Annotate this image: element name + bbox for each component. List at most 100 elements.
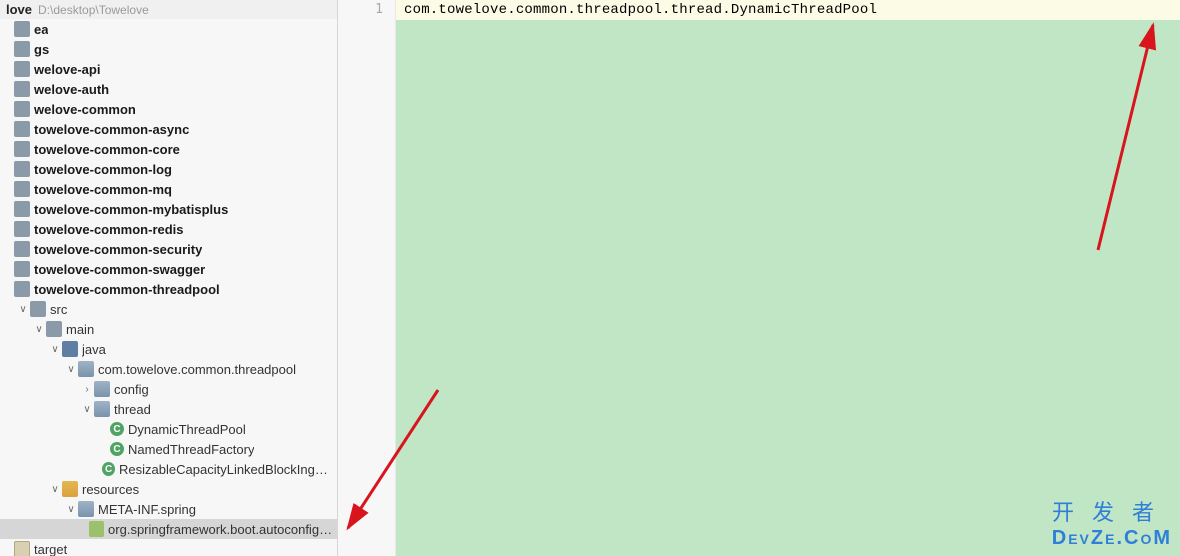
- project-tree[interactable]: ea gs welove-api welove-auth welove-common to…: [0, 19, 337, 556]
- tree-item-label: META-INF.spring: [98, 502, 196, 517]
- tree-item[interactable]: welove-auth: [0, 79, 337, 99]
- tree-item-label: welove-common: [34, 102, 136, 117]
- tree-item-label: towelove-common-swagger: [34, 262, 205, 277]
- editor-line: 1 com.towelove.common.threadpool.thread.…: [338, 0, 1180, 20]
- folder-b-icon: [62, 341, 78, 357]
- tree-item-label: towelove-common-log: [34, 162, 172, 177]
- tree-item[interactable]: CResizableCapacityLinkedBlockIngQueue: [0, 459, 337, 479]
- tree-item-label: towelove-common-async: [34, 122, 189, 137]
- folder-icon: [14, 261, 30, 277]
- tree-item[interactable]: towelove-common-async: [0, 119, 337, 139]
- tree-item[interactable]: ∨ resources: [0, 479, 337, 499]
- tree-item-label: target: [34, 542, 67, 556]
- tree-item[interactable]: towelove-common-log: [0, 159, 337, 179]
- chevron-down-icon[interactable]: ∨: [32, 324, 46, 335]
- tree-item-label: towelove-common-mybatisplus: [34, 202, 228, 217]
- tree-item-label: NamedThreadFactory: [128, 442, 254, 457]
- chevron-down-icon[interactable]: ∨: [80, 404, 94, 415]
- tree-item-label: DynamicThreadPool: [128, 422, 246, 437]
- tree-item-label: org.springframework.boot.autoconfigure.A: [108, 522, 337, 537]
- tree-item-label: welove-api: [34, 62, 100, 77]
- tree-item[interactable]: towelove-common-redis: [0, 219, 337, 239]
- tree-item[interactable]: ∨ src: [0, 299, 337, 319]
- tree-item[interactable]: towelove-common-core: [0, 139, 337, 159]
- tree-item-label: towelove-common-core: [34, 142, 180, 157]
- tree-item-label: config: [114, 382, 149, 397]
- folder-icon: [14, 101, 30, 117]
- tree-item[interactable]: ∨ main: [0, 319, 337, 339]
- project-sidebar[interactable]: love D:\desktop\Towelove ea gs welove-api w…: [0, 0, 338, 556]
- gutter-background-2: [338, 20, 396, 556]
- tree-item-label: src: [50, 302, 67, 317]
- folder-icon: [14, 81, 30, 97]
- project-path: D:\desktop\Towelove: [38, 3, 149, 17]
- chevron-down-icon[interactable]: ∨: [48, 484, 62, 495]
- tree-item[interactable]: towelove-common-mybatisplus: [0, 199, 337, 219]
- folder-icon: [14, 61, 30, 77]
- project-header[interactable]: love D:\desktop\Towelove: [0, 0, 337, 19]
- pkg-res-icon: [62, 481, 78, 497]
- tree-item-label: main: [66, 322, 94, 337]
- tree-item-label: thread: [114, 402, 151, 417]
- folder-icon: [14, 281, 30, 297]
- class-icon: C: [110, 422, 124, 436]
- folder-icon: [14, 201, 30, 217]
- tree-item[interactable]: target: [0, 539, 337, 556]
- watermark: 开发者 DEVZE.COM: [1052, 495, 1172, 550]
- project-name: love: [6, 2, 32, 17]
- app-root: love D:\desktop\Towelove ea gs welove-api w…: [0, 0, 1180, 556]
- pkg-icon: [78, 361, 94, 377]
- chevron-right-icon[interactable]: ›: [80, 384, 94, 395]
- tree-item[interactable]: ∨ META-INF.spring: [0, 499, 337, 519]
- folder-icon: [14, 21, 30, 37]
- tree-item-label: towelove-common-mq: [34, 182, 172, 197]
- tree-item[interactable]: welove-api: [0, 59, 337, 79]
- folder-icon: [30, 301, 46, 317]
- pkg-icon: [94, 381, 110, 397]
- watermark-line1: 开发者: [1052, 495, 1172, 527]
- chevron-down-icon[interactable]: ∨: [64, 364, 78, 375]
- folder-icon: [14, 141, 30, 157]
- tree-item-label: towelove-common-security: [34, 242, 202, 257]
- tree-item[interactable]: towelove-common-swagger: [0, 259, 337, 279]
- tree-item[interactable]: gs: [0, 39, 337, 59]
- folder-icon: [14, 41, 30, 57]
- tree-item-label: com.towelove.common.threadpool: [98, 362, 296, 377]
- tree-item-label: java: [82, 342, 106, 357]
- tree-item[interactable]: ea: [0, 19, 337, 39]
- tree-item[interactable]: C NamedThreadFactory: [0, 439, 337, 459]
- file-icon: [89, 521, 104, 537]
- chevron-down-icon[interactable]: ∨: [16, 304, 30, 315]
- tree-item-label: gs: [34, 42, 49, 57]
- tree-item[interactable]: › config: [0, 379, 337, 399]
- folder-o-icon: [14, 541, 30, 556]
- tree-item[interactable]: org.springframework.boot.autoconfigure.A: [0, 519, 337, 539]
- watermark-line2: DEVZE.COM: [1052, 527, 1172, 550]
- tree-item[interactable]: towelove-common-mq: [0, 179, 337, 199]
- tree-item[interactable]: welove-common: [0, 99, 337, 119]
- folder-icon: [46, 321, 62, 337]
- pkg-icon: [94, 401, 110, 417]
- tree-item-label: resources: [82, 482, 139, 497]
- tree-item[interactable]: ∨ thread: [0, 399, 337, 419]
- editor-background: [338, 20, 1180, 556]
- chevron-down-icon[interactable]: ∨: [48, 344, 62, 355]
- tree-item-label: towelove-common-threadpool: [34, 282, 220, 297]
- folder-icon: [14, 121, 30, 137]
- class-icon: C: [102, 462, 115, 476]
- tree-item-label: welove-auth: [34, 82, 109, 97]
- chevron-down-icon[interactable]: ∨: [64, 504, 78, 515]
- tree-item[interactable]: towelove-common-threadpool: [0, 279, 337, 299]
- folder-icon: [14, 221, 30, 237]
- folder-icon: [14, 181, 30, 197]
- folder-icon: [14, 241, 30, 257]
- folder-icon: [14, 161, 30, 177]
- code-content[interactable]: com.towelove.common.threadpool.thread.Dy…: [396, 2, 1180, 18]
- tree-item[interactable]: C DynamicThreadPool: [0, 419, 337, 439]
- tree-item-label: towelove-common-redis: [34, 222, 184, 237]
- tree-item[interactable]: ∨ java: [0, 339, 337, 359]
- tree-item[interactable]: towelove-common-security: [0, 239, 337, 259]
- tree-item[interactable]: ∨ com.towelove.common.threadpool: [0, 359, 337, 379]
- class-icon: C: [110, 442, 124, 456]
- editor-pane[interactable]: 1 com.towelove.common.threadpool.thread.…: [338, 0, 1180, 556]
